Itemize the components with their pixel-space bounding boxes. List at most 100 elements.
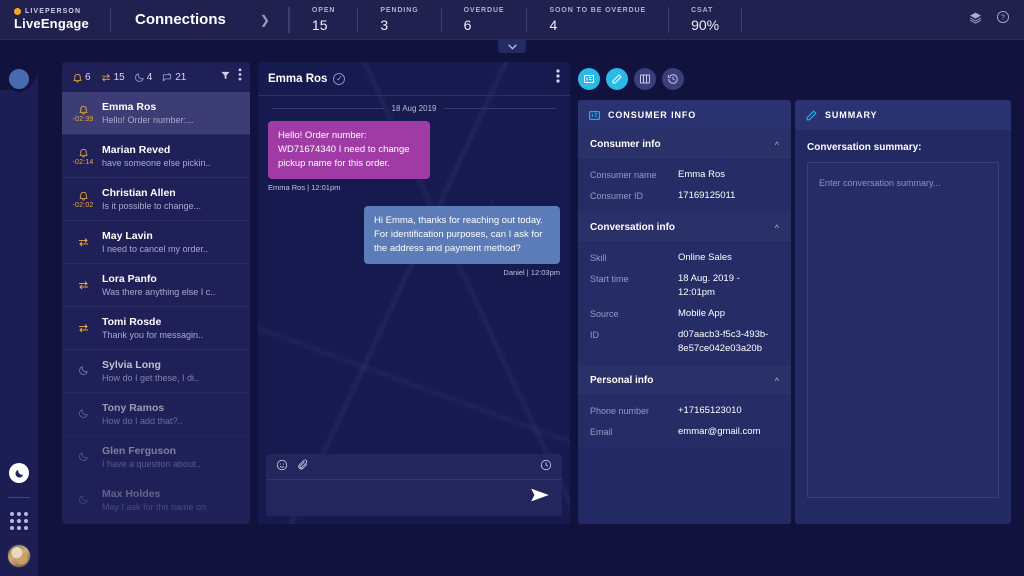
send-button[interactable] bbox=[530, 487, 550, 508]
bell-icon bbox=[78, 105, 88, 114]
chat-header: Emma Ros ✓ bbox=[258, 62, 570, 96]
stat-open[interactable]: OPEN 15 bbox=[290, 0, 357, 39]
conversation-name: Tony Ramos bbox=[102, 401, 165, 414]
field-value: +17165123010 bbox=[678, 405, 742, 416]
filter-icon[interactable] bbox=[220, 68, 231, 86]
transfer-icon bbox=[78, 237, 88, 246]
field-value: d07aacb3-f5c3-493b-8e57ce042e03a20b bbox=[678, 329, 769, 354]
conversation-item-tomi-rosde[interactable]: Tomi Rosde Thank you for messagin.. bbox=[62, 307, 250, 350]
conversation-timer: -02:02 bbox=[72, 201, 94, 209]
away-status-icon[interactable] bbox=[9, 463, 29, 483]
conversation-item-emma-ros[interactable]: -02:39 Emma Ros Hello! Order number:... bbox=[62, 92, 250, 135]
filter-transfer[interactable]: 15 bbox=[100, 72, 125, 83]
conversation-name: Lora Panfo bbox=[102, 272, 157, 285]
conversation-preview: Is it possible to change... bbox=[102, 200, 202, 211]
attachment-icon[interactable] bbox=[297, 458, 309, 476]
stat-value: 6 bbox=[463, 16, 472, 33]
stat-pending[interactable]: PENDING 3 bbox=[358, 0, 440, 39]
field-value: Emma Ros bbox=[678, 169, 725, 180]
composer-toolbar bbox=[266, 454, 562, 480]
moon-icon bbox=[78, 495, 88, 504]
stat-value: 90% bbox=[691, 16, 720, 33]
nav-connections[interactable]: Connections ❯ bbox=[111, 11, 288, 28]
send-icon bbox=[531, 488, 549, 502]
field-phone-number: Phone number +17165123010 bbox=[590, 404, 779, 418]
apps-grid-icon[interactable] bbox=[10, 512, 28, 530]
stat-soon-to-be-overdue[interactable]: SOON TO BE OVERDUE 4 bbox=[527, 0, 668, 39]
composer-input-row[interactable] bbox=[266, 480, 562, 515]
list-overflow-menu-icon[interactable] bbox=[238, 68, 242, 86]
field-label: Phone number bbox=[590, 406, 650, 416]
conversation-item-sylvia-long[interactable]: Sylvia Long How do I get these, I di.. bbox=[62, 350, 250, 393]
conversation-name: Marian Reved bbox=[102, 143, 171, 156]
consumer-info-widget-button[interactable] bbox=[578, 68, 600, 90]
divider bbox=[272, 108, 384, 109]
emoji-icon[interactable] bbox=[276, 458, 288, 476]
conversation-item-christian-allen[interactable]: -02:02 Christian Allen Is it possible to… bbox=[62, 178, 250, 221]
conversation-item-tony-ramos[interactable]: Tony Ramos How do I add that?.. bbox=[62, 393, 250, 436]
conversation-name: May Lavin bbox=[102, 229, 153, 242]
help-icon[interactable]: ? bbox=[996, 10, 1010, 29]
conversation-preview: How do I add that?.. bbox=[102, 415, 183, 426]
panel-title: CONSUMER INFO bbox=[608, 110, 697, 120]
collapse-header-button[interactable] bbox=[498, 40, 526, 53]
section-title: Personal info bbox=[590, 375, 654, 386]
bell-icon bbox=[78, 191, 88, 200]
history-widget-button[interactable] bbox=[662, 68, 684, 90]
transfer-icon bbox=[101, 73, 110, 81]
field-value: 17169125011 bbox=[678, 190, 736, 201]
chevron-right-icon[interactable]: ❯ bbox=[260, 13, 270, 27]
rail-avatar-badge[interactable] bbox=[6, 66, 32, 92]
chevron-up-icon[interactable]: ^ bbox=[775, 376, 779, 386]
conversation-item-marian-reved[interactable]: -02:14 Marian Reved have someone else pi… bbox=[62, 135, 250, 178]
message-composer[interactable] bbox=[266, 454, 562, 516]
summary-panel: SUMMARY Conversation summary: Enter conv… bbox=[795, 100, 1011, 524]
filter-muted[interactable]: 21 bbox=[161, 72, 186, 83]
filter-away[interactable]: 4 bbox=[134, 72, 152, 83]
layers-icon[interactable] bbox=[969, 11, 982, 29]
chevron-up-icon[interactable]: ^ bbox=[775, 223, 779, 233]
conversation-item-max-holdes[interactable]: Max Holdes May I ask for the name on bbox=[62, 479, 250, 522]
chevron-up-icon[interactable]: ^ bbox=[775, 140, 779, 150]
bell-icon bbox=[78, 148, 88, 157]
filter-alert[interactable]: 6 bbox=[72, 72, 91, 83]
stat-overdue[interactable]: OVERDUE 6 bbox=[442, 0, 527, 39]
stat-value: 15 bbox=[311, 16, 328, 33]
field-label: ID bbox=[590, 330, 599, 340]
summary-panel-header: SUMMARY bbox=[795, 100, 1011, 130]
stat-label: OPEN bbox=[311, 6, 336, 14]
liveperson-mark-icon bbox=[14, 8, 21, 15]
field-value: 18 Aug. 2019 - 12:01pm bbox=[678, 273, 740, 298]
conversation-item-may-lavin[interactable]: May Lavin I need to cancel my order.. bbox=[62, 221, 250, 264]
divider bbox=[8, 497, 30, 498]
transfer-icon bbox=[78, 280, 88, 289]
knowledge-widget-button[interactable] bbox=[634, 68, 656, 90]
message-meta: Emma Ros | 12:01pm bbox=[268, 183, 341, 192]
chat-title: Emma Ros bbox=[268, 72, 328, 85]
section-body-consumer-info: Consumer name Emma Ros Consumer ID 17169… bbox=[578, 160, 791, 213]
conversation-name: Emma Ros bbox=[102, 100, 157, 113]
conversation-item-lora-panfo[interactable]: Lora Panfo Was there anything else I c.. bbox=[62, 264, 250, 307]
stats-bar: OPEN 15 PENDING 3 OVERDUE 6 SOON TO BE O… bbox=[289, 0, 743, 39]
summary-textarea[interactable]: Enter conversation summary... bbox=[807, 162, 999, 498]
summary-widget-button[interactable] bbox=[606, 68, 628, 90]
section-header-consumer-info[interactable]: Consumer info ^ bbox=[578, 130, 791, 160]
field-conversation-id: ID d07aacb3-f5c3-493b-8e57ce042e03a20b bbox=[590, 328, 779, 356]
section-header-personal-info[interactable]: Personal info ^ bbox=[578, 366, 791, 396]
chat-overflow-menu-icon[interactable] bbox=[556, 69, 560, 88]
conversation-item-glen-ferguson[interactable]: Glen Ferguson I have a question about.. bbox=[62, 436, 250, 479]
conversation-name: Sylvia Long bbox=[102, 358, 161, 371]
message-outbound: Hi Emma, thanks for reaching out today. … bbox=[268, 206, 560, 277]
user-avatar[interactable] bbox=[7, 544, 31, 568]
schedule-clock-icon[interactable] bbox=[540, 458, 552, 476]
field-label: Consumer name bbox=[590, 170, 657, 180]
conversation-preview: have someone else pickin.. bbox=[102, 157, 211, 168]
rail-bottom-actions bbox=[0, 463, 38, 568]
brand-logo[interactable]: LIVEPERSON LiveEngage bbox=[0, 8, 110, 31]
brand-product: LiveEngage bbox=[14, 16, 89, 31]
stat-csat[interactable]: CSAT 90% bbox=[669, 0, 741, 39]
field-skill: Skill Online Sales bbox=[590, 251, 779, 265]
field-label: Skill bbox=[590, 253, 607, 263]
stat-value: 4 bbox=[549, 16, 558, 33]
section-header-conversation-info[interactable]: Conversation info ^ bbox=[578, 213, 791, 243]
